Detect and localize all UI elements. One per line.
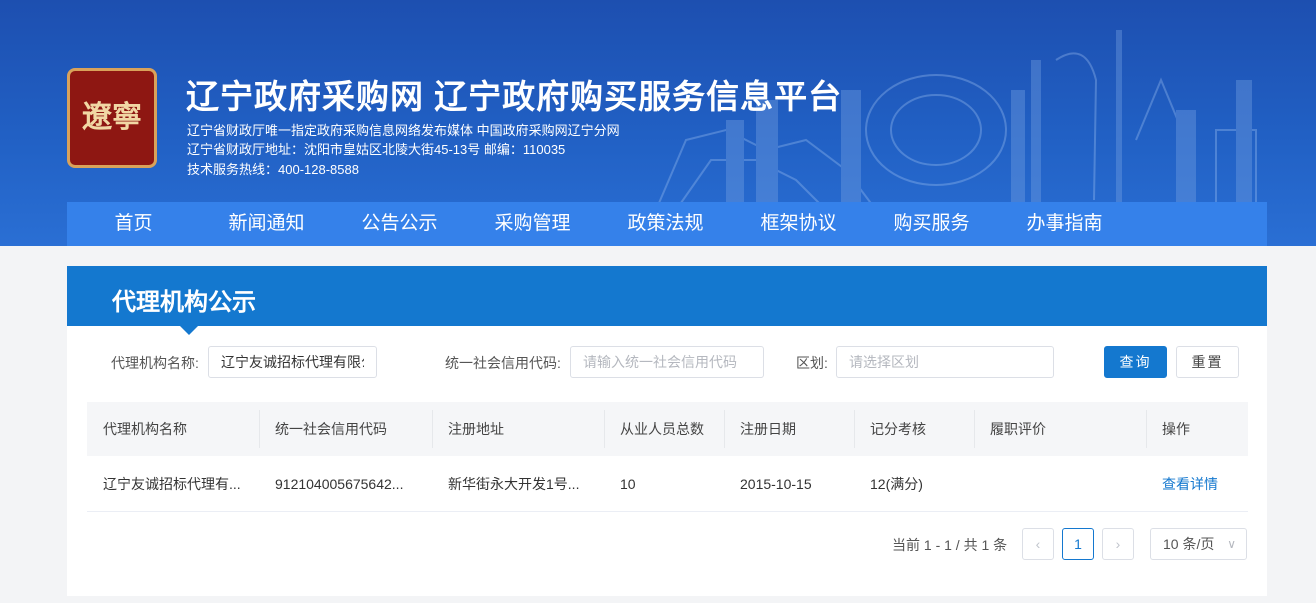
agency-name-input[interactable]: [208, 346, 377, 378]
agency-panel: 代理机构公示 代理机构名称: 统一社会信用代码: 区划: 查询 重置 代理机构名…: [67, 266, 1267, 596]
col-header-credit-code: 统一社会信用代码: [275, 421, 387, 437]
column-divider: [604, 410, 605, 448]
view-details-link[interactable]: 查看详情: [1162, 456, 1218, 511]
column-divider: [724, 410, 725, 448]
prev-page-button[interactable]: ‹: [1022, 528, 1054, 560]
col-header-evaluation: 履职评价: [990, 421, 1046, 437]
column-divider: [854, 410, 855, 448]
nav-item-procurement[interactable]: 采购管理: [466, 202, 599, 246]
query-button[interactable]: 查询: [1104, 346, 1167, 378]
logo-text: 遼寧: [82, 100, 142, 135]
cell-score: 12(满分): [870, 475, 923, 492]
col-header-staff-count: 从业人员总数: [620, 421, 704, 437]
reset-button[interactable]: 重置: [1176, 346, 1239, 378]
chevron-right-icon: ›: [1115, 536, 1121, 552]
page-title: 代理机构公示: [112, 289, 256, 316]
next-page-button[interactable]: ›: [1102, 528, 1134, 560]
nav-item-news[interactable]: 新闻通知: [200, 202, 333, 246]
page-number-button[interactable]: 1: [1062, 528, 1094, 560]
nav-item-framework[interactable]: 框架协议: [732, 202, 865, 246]
panel-header: 代理机构公示: [67, 266, 1267, 326]
cell-credit-code: 912104005675642...: [275, 475, 404, 492]
main-nav: 首页 新闻通知 公告公示 采购管理 政策法规 框架协议 购买服务 办事指南: [67, 202, 1267, 246]
site-logo[interactable]: 遼寧: [67, 68, 157, 168]
chevron-left-icon: ‹: [1035, 536, 1041, 552]
site-subtitle-address: 辽宁省财政厅地址：沈阳市皇姑区北陵大街45-13号 邮编：110035: [187, 142, 566, 157]
cell-agency-name: 辽宁友诚招标代理有...: [103, 475, 241, 492]
cell-register-date: 2015-10-15: [740, 475, 812, 492]
chevron-down-icon: ∨: [1227, 537, 1236, 551]
region-select[interactable]: [836, 346, 1054, 378]
nav-item-announcements[interactable]: 公告公示: [333, 202, 466, 246]
nav-item-home[interactable]: 首页: [67, 202, 200, 246]
panel-header-caret: [180, 326, 198, 335]
col-header-score: 记分考核: [870, 421, 926, 437]
credit-code-input[interactable]: [570, 346, 764, 378]
column-divider: [1146, 410, 1147, 448]
col-header-agency-name: 代理机构名称: [103, 421, 187, 437]
column-divider: [432, 410, 433, 448]
page-size-select[interactable]: 10 条/页 ∨: [1150, 528, 1247, 560]
credit-code-label: 统一社会信用代码:: [445, 355, 561, 371]
page-size-value: 10 条/页: [1163, 536, 1215, 552]
cell-staff-count: 10: [620, 475, 636, 492]
col-header-register-date: 注册日期: [740, 421, 796, 437]
agency-name-label: 代理机构名称:: [111, 355, 199, 371]
column-divider: [974, 410, 975, 448]
site-subtitle-hotline: 技术服务热线：400-128-8588: [187, 162, 359, 177]
table-row[interactable]: 辽宁友诚招标代理有... 912104005675642... 新华街永大开发1…: [87, 456, 1248, 512]
col-header-actions: 操作: [1162, 421, 1190, 437]
site-title: 辽宁政府采购网 辽宁政府购买服务信息平台: [186, 78, 843, 115]
table-header-row: 代理机构名称 统一社会信用代码 注册地址 从业人员总数 注册日期 记分考核 履职…: [87, 402, 1248, 456]
region-label: 区划:: [796, 355, 828, 371]
nav-item-guide[interactable]: 办事指南: [998, 202, 1131, 246]
city-skyline-illustration: [655, 30, 1257, 211]
column-divider: [259, 410, 260, 448]
nav-item-policies[interactable]: 政策法规: [599, 202, 732, 246]
col-header-address: 注册地址: [448, 421, 504, 437]
cell-address: 新华街永大开发1号...: [448, 475, 580, 492]
pagination-total: 当前 1 - 1 / 共 1 条: [892, 537, 1008, 553]
site-subtitle-media: 辽宁省财政厅唯一指定政府采购信息网络发布媒体 中国政府采购网辽宁分网: [187, 123, 620, 138]
agency-table: 代理机构名称 统一社会信用代码 注册地址 从业人员总数 注册日期 记分考核 履职…: [87, 402, 1248, 512]
nav-item-services[interactable]: 购买服务: [865, 202, 998, 246]
